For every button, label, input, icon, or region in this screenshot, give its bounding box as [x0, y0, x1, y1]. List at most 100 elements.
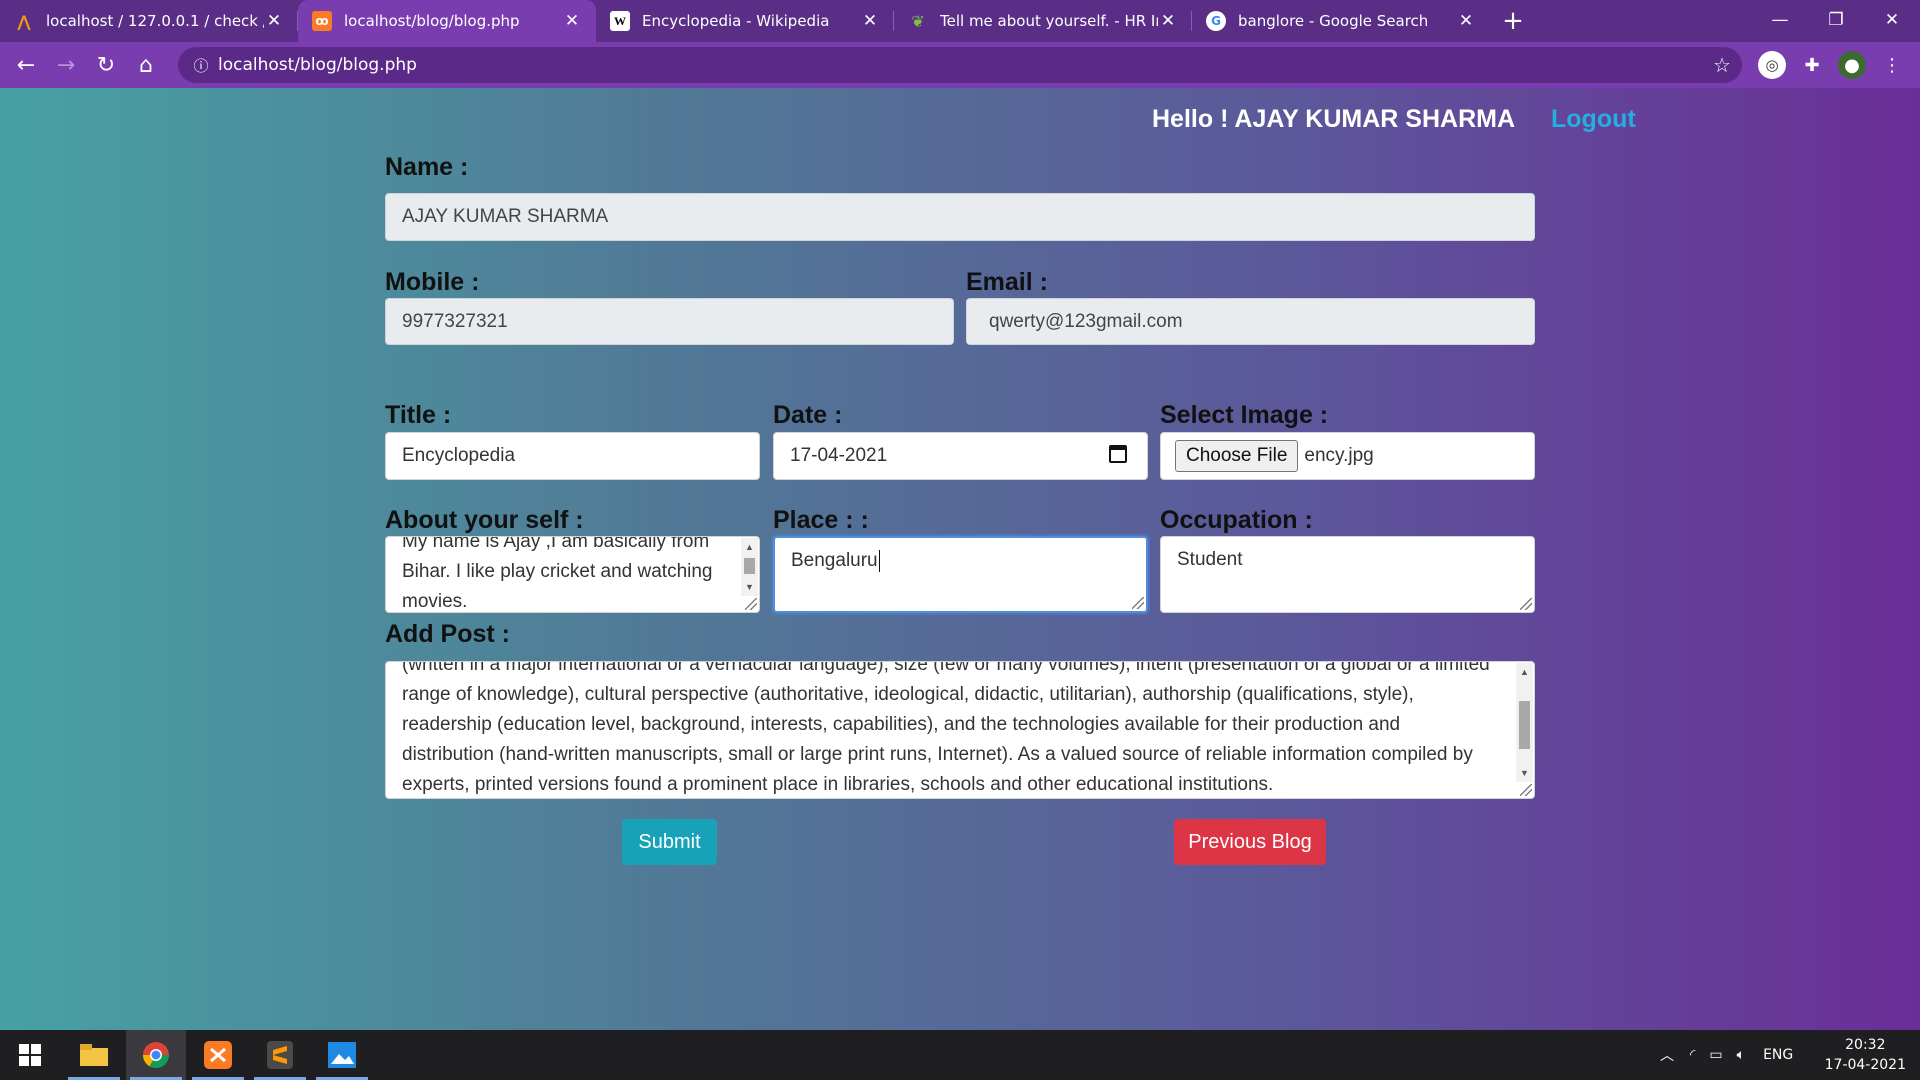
post-label: Add Post : [385, 620, 510, 648]
resize-handle-icon[interactable] [745, 598, 757, 610]
window-controls: — ❐ ✕ [1752, 0, 1920, 42]
url-text[interactable]: localhost/blog/blog.php [218, 55, 1702, 75]
file-name-text: ency.jpg [1304, 445, 1374, 466]
chrome-icon[interactable] [126, 1030, 186, 1080]
scroll-thumb[interactable] [744, 558, 755, 574]
mobile-value: 9977327321 [402, 310, 508, 332]
file-explorer-icon[interactable] [64, 1030, 124, 1080]
title-value: Encyclopedia [402, 445, 516, 466]
scroll-up-icon[interactable]: ▲ [741, 540, 758, 554]
resize-handle-icon[interactable] [1520, 784, 1532, 796]
tab-phpmyadmin[interactable]: ⋀ localhost / 127.0.0.1 / check / reg ✕ [0, 0, 298, 42]
tab-hr-interview[interactable]: ❦ Tell me about yourself. - HR Inter ✕ [894, 0, 1192, 42]
place-value: Bengaluru [791, 550, 878, 571]
occupation-textarea[interactable]: Student [1160, 536, 1535, 613]
windows-taskbar: ︿ ◜ ▭ 🔈︎ ENG 20:32 17-04-2021 [0, 1030, 1920, 1080]
close-tab-icon[interactable]: ✕ [860, 11, 880, 31]
google-icon: G [1206, 11, 1226, 31]
close-tab-icon[interactable]: ✕ [562, 11, 582, 31]
forward-icon[interactable]: → [46, 45, 86, 85]
submit-button[interactable]: Submit [622, 819, 717, 865]
close-tab-icon[interactable]: ✕ [264, 11, 284, 31]
tab-title: Tell me about yourself. - HR Inter [940, 12, 1158, 30]
email-field[interactable]: qwerty@123gmail.com [966, 298, 1535, 345]
place-label: Place : : [773, 506, 869, 534]
new-tab-button[interactable]: + [1490, 0, 1536, 42]
site-info-icon[interactable]: ⓘ [184, 55, 218, 76]
photos-icon[interactable] [312, 1030, 372, 1080]
phpmyadmin-icon: ⋀ [17, 11, 31, 31]
scroll-down-icon[interactable]: ▼ [1516, 766, 1533, 780]
mobile-field[interactable]: 9977327321 [385, 298, 954, 345]
tab-google-search[interactable]: G banglore - Google Search ✕ [1192, 0, 1490, 42]
tab-blog[interactable]: ꝏ localhost/blog/blog.php ✕ [298, 0, 596, 42]
occupation-value: Student [1177, 549, 1243, 570]
address-bar[interactable]: ⓘ localhost/blog/blog.php ☆ [178, 47, 1742, 83]
scroll-thumb[interactable] [1519, 701, 1530, 749]
choose-file-button[interactable]: Choose File [1175, 440, 1299, 472]
bookmark-star-icon[interactable]: ☆ [1702, 53, 1742, 77]
tab-wikipedia[interactable]: W Encyclopedia - Wikipedia ✕ [596, 0, 894, 42]
resize-handle-icon[interactable] [1520, 598, 1532, 610]
sublime-text-icon[interactable] [250, 1030, 310, 1080]
image-label: Select Image : [1160, 401, 1329, 429]
back-icon[interactable]: ← [6, 45, 46, 85]
tab-title: localhost/blog/blog.php [344, 12, 520, 30]
date-value: 17-04-2021 [790, 445, 888, 466]
name-field[interactable]: AJAY KUMAR SHARMA [385, 193, 1535, 241]
email-value: qwerty@123gmail.com [989, 310, 1183, 332]
tab-title: banglore - Google Search [1238, 12, 1429, 30]
resize-handle-icon[interactable] [1132, 597, 1144, 609]
clock[interactable]: 20:32 17-04-2021 [1825, 1035, 1906, 1075]
about-scrollbar[interactable]: ▲ ▼ [741, 538, 758, 596]
date-label: Date : [773, 401, 843, 429]
avatar[interactable]: ● [1838, 51, 1866, 79]
mobile-label: Mobile : [385, 268, 480, 296]
restore-icon[interactable]: ❐ [1808, 0, 1864, 40]
about-text: My name is Ajay ,I am basically from Bih… [402, 536, 718, 612]
title-label: Title : [385, 401, 452, 429]
occupation-label: Occupation : [1160, 506, 1313, 534]
post-scrollbar[interactable]: ▲ ▼ [1516, 663, 1533, 782]
tab-strip: ⋀ localhost / 127.0.0.1 / check / reg ✕ … [0, 0, 1920, 42]
language-indicator[interactable]: ENG [1763, 1047, 1793, 1063]
toolbar: ← → ↻ ⌂ ⓘ localhost/blog/blog.php ☆ ◎ ✚ … [0, 42, 1920, 88]
place-textarea[interactable]: Bengaluru [773, 536, 1148, 613]
minimize-icon[interactable]: — [1752, 0, 1808, 40]
clock-date: 17-04-2021 [1824, 1057, 1906, 1073]
wifi-icon[interactable]: ◜ [1690, 1047, 1695, 1063]
puzzle-extensions-icon[interactable]: ✚ [1798, 51, 1826, 79]
calendar-icon[interactable] [1109, 445, 1127, 463]
windows-start-icon[interactable] [0, 1030, 60, 1080]
close-tab-icon[interactable]: ✕ [1456, 11, 1476, 31]
date-field[interactable]: 17-04-2021 [773, 432, 1148, 480]
battery-icon[interactable]: ▭ [1709, 1047, 1722, 1063]
text-cursor [878, 550, 880, 572]
scroll-down-icon[interactable]: ▼ [741, 580, 758, 594]
logout-link[interactable]: Logout [1551, 105, 1636, 134]
reload-icon[interactable]: ↻ [86, 45, 126, 85]
close-tab-icon[interactable]: ✕ [1158, 11, 1178, 31]
menu-kebab-icon[interactable]: ⋮ [1878, 51, 1906, 79]
name-value: AJAY KUMAR SHARMA [402, 206, 609, 227]
home-icon[interactable]: ⌂ [126, 45, 166, 85]
close-window-icon[interactable]: ✕ [1864, 0, 1920, 40]
about-textarea[interactable]: My name is Ajay ,I am basically from Bih… [385, 536, 760, 613]
wikipedia-icon: W [610, 11, 630, 31]
post-text: (written in a major international or a v… [402, 661, 1496, 795]
previous-blog-button[interactable]: Previous Blog [1174, 819, 1326, 865]
volume-icon[interactable]: 🔈︎ [1737, 1047, 1745, 1063]
leaf-icon: ❦ [911, 11, 925, 31]
post-textarea[interactable]: (written in a major international or a v… [385, 661, 1535, 799]
xampp-icon: ꝏ [312, 11, 332, 31]
image-file-field[interactable]: Choose File ency.jpg [1160, 432, 1535, 480]
extension-icon[interactable]: ◎ [1758, 51, 1786, 79]
greeting-text: Hello ! AJAY KUMAR SHARMA [1152, 105, 1516, 133]
chevron-up-icon[interactable]: ︿ [1660, 1045, 1674, 1065]
blog-page: Hello ! AJAY KUMAR SHARMA Logout Name : … [0, 88, 1920, 1030]
title-field[interactable]: Encyclopedia [385, 432, 760, 480]
scroll-up-icon[interactable]: ▲ [1516, 665, 1533, 679]
tab-title: Encyclopedia - Wikipedia [642, 12, 830, 30]
xampp-icon[interactable] [188, 1030, 248, 1080]
name-label: Name : [385, 153, 469, 181]
